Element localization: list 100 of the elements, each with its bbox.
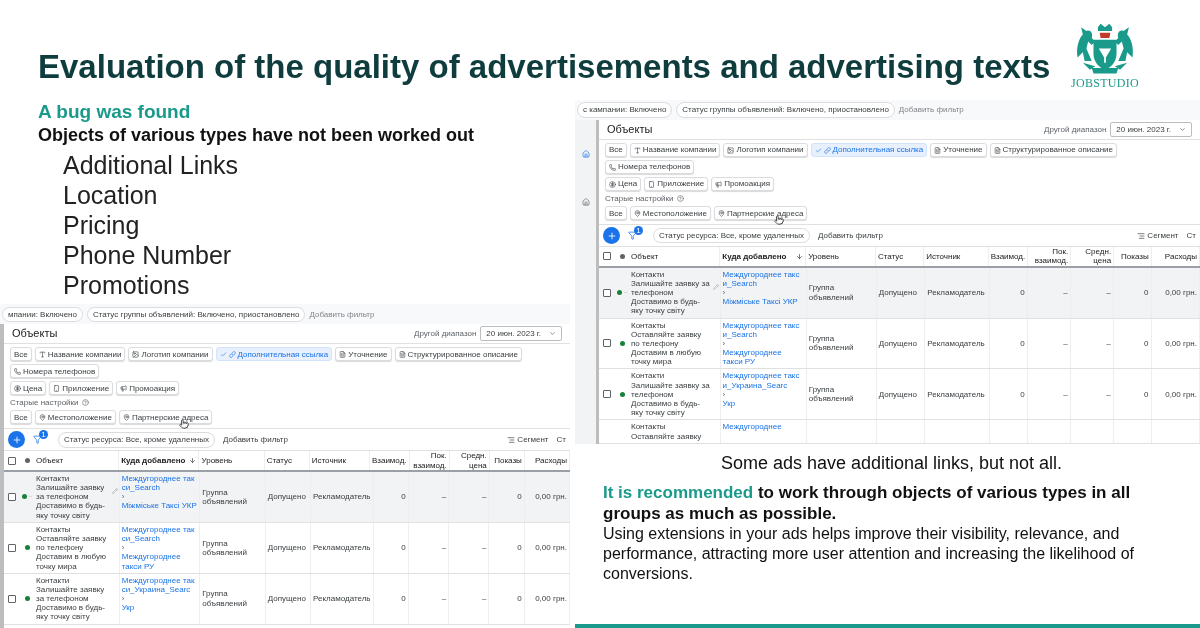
ad-group-link[interactable]: Міжміське Таксі УКР: [121, 501, 198, 511]
campaign-link[interactable]: Междугороднее такси_Search: [121, 524, 198, 544]
filter-chip[interactable]: Цена: [10, 381, 47, 396]
filter-chip[interactable]: Номера телефонов: [10, 364, 100, 379]
filter-chip[interactable]: Уточнение: [335, 347, 392, 362]
ad-group-link[interactable]: Укр: [121, 603, 198, 613]
table-cell: 0: [1144, 287, 1149, 298]
filter-chip[interactable]: Название компании: [34, 347, 126, 362]
table-row[interactable]: Контакты Оставляйте заявку по телефону Доставим в любую точку мира Междугороднее такси_Search › Междугороднее такси РУ Группа объявлений Допущено Рекламодатель 0 – – 0 0,00 грн.: [599, 318, 1200, 370]
column-header[interactable]: Средн. цена: [451, 451, 487, 470]
ad-group-link[interactable]: Укр: [722, 399, 804, 409]
checkbox[interactable]: [8, 543, 16, 552]
sort-arrow-icon[interactable]: [189, 457, 197, 465]
column-header[interactable]: Объект: [36, 456, 64, 466]
ad-group-link[interactable]: Междугороднее такси РУ: [722, 348, 804, 367]
ad-text-line: Залишайте заявку за телефоном: [631, 380, 711, 399]
checkbox[interactable]: [603, 252, 611, 261]
filter-chip[interactable]: Логотип компании: [128, 347, 213, 362]
filter-pill[interactable]: мпании: Включено: [2, 306, 83, 322]
filter-icon[interactable]: [33, 435, 42, 445]
table-row[interactable]: Контакты Оставляйте заявку по телефону Доставим в любую точку мира Междугороднее такси_Search › Междугороднее такси РУ Группа объявлений Допущено Рекламодатель 0 – – 0 0,00 грн.: [4, 522, 570, 574]
filter-chip[interactable]: Все: [10, 410, 32, 425]
add-button[interactable]: [603, 227, 620, 245]
filter-chip[interactable]: Структурированное описание: [989, 143, 1117, 157]
filter-pill[interactable]: с кампании: Включено: [577, 102, 673, 118]
column-header[interactable]: Пок. взаимод.: [1030, 247, 1069, 266]
column-header[interactable]: Взаимод.: [371, 456, 407, 466]
filter-chip[interactable]: Приложение: [644, 177, 709, 191]
filter-chip[interactable]: Местоположение: [629, 206, 711, 221]
checkbox[interactable]: [8, 492, 16, 501]
column-header[interactable]: Куда добавлено: [121, 456, 186, 466]
table-cell: 0: [1144, 389, 1149, 399]
columns-button[interactable]: Ст: [556, 435, 566, 445]
table-row[interactable]: Контакти Залишайте заявку за телефоном Доставимо в будь-яку точку світу Междугороднее такси_Украина_Searc › Укр Группа объявлений Допущено Рекламодатель 0 – – 0 0,00 грн.: [599, 369, 1200, 421]
column-header[interactable]: Куда добавлено: [722, 251, 787, 261]
campaign-link[interactable]: Междугороднее такси_Search: [722, 320, 804, 339]
columns-button[interactable]: Ст: [1186, 231, 1196, 241]
segment-button[interactable]: Сегмент: [507, 435, 549, 445]
column-header[interactable]: Статус: [877, 251, 904, 261]
column-header[interactable]: Источник: [311, 456, 346, 466]
add-filter-link[interactable]: Добавить фильтр: [818, 231, 883, 241]
column-header[interactable]: Показы: [494, 456, 522, 466]
column-header[interactable]: Расходы: [534, 456, 567, 466]
filter-chip[interactable]: Логотип компании: [723, 143, 808, 157]
table-row[interactable]: Контакти Залишайте заявку за телефоном Доставимо в будь-яку точку світу Междугороднее такси_Украина_Searc › Укр Группа объявлений Допущено Рекламодатель 0 – – 0 0,00 грн.: [4, 573, 570, 625]
filter-chip[interactable]: Номера телефонов: [605, 160, 695, 174]
checkbox[interactable]: [603, 339, 611, 348]
add-filter-link[interactable]: Добавить фильтр: [309, 309, 375, 319]
table-row[interactable]: Контакти Залишайте заявку за телефоном Доставимо в будь-яку точку світу Междугороднее такси_Search › Міжміське Таксі УКР Группа объявлений Допущено Рекламодатель 0 – – 0 0,00 грн.: [599, 267, 1200, 319]
ad-group-link[interactable]: Междугороднее такси РУ: [121, 552, 198, 571]
filter-chip[interactable]: Все: [10, 347, 32, 362]
checkbox[interactable]: [603, 288, 611, 297]
table-row[interactable]: Контакты Оставляйте заявку Междугороднее: [599, 420, 1200, 444]
filter-chip[interactable]: Промоакция: [116, 381, 180, 396]
ad-group-link[interactable]: Міжміське Таксі УКР: [722, 297, 804, 307]
filter-chip[interactable]: Дополнительная ссылка: [215, 347, 333, 362]
column-header[interactable]: Уровень: [201, 456, 233, 466]
filter-pill[interactable]: Статус группы объявлений: Включено, приостановлено: [676, 102, 895, 118]
column-header[interactable]: Пок. взаимод.: [411, 451, 447, 470]
campaign-link[interactable]: Междугороднее: [722, 422, 804, 432]
column-header[interactable]: Расходы: [1164, 251, 1197, 261]
filter-chip[interactable]: Цена: [605, 177, 642, 191]
table-cell: 0,00 грн.: [535, 543, 567, 553]
date-dropdown[interactable]: 20 июн. 2023 г.: [1110, 122, 1192, 137]
filter-chip[interactable]: Партнерские адреса: [118, 410, 213, 425]
add-filter-link[interactable]: Добавить фильтр: [898, 105, 964, 115]
column-header[interactable]: Уровень: [808, 251, 839, 261]
table-cell: –: [441, 594, 447, 604]
filter-chip[interactable]: Местоположение: [34, 410, 116, 425]
filter-chip[interactable]: Структурированное описание: [394, 347, 522, 362]
campaign-link[interactable]: Междугороднее такси_Украина_Searc: [722, 371, 804, 390]
checkbox[interactable]: [603, 390, 611, 399]
filter-chip[interactable]: Уточнение: [930, 143, 987, 157]
checkbox[interactable]: [8, 594, 16, 603]
filter-chip[interactable]: Все: [605, 143, 627, 157]
column-header[interactable]: Объект: [631, 251, 659, 261]
filter-chip[interactable]: Дополнительная ссылка: [810, 143, 928, 157]
filter-pill[interactable]: Статус группы объявлений: Включено, приостановлено: [87, 306, 306, 322]
date-dropdown[interactable]: 20 июн. 2023 г.: [480, 326, 562, 342]
column-header[interactable]: Показы: [1121, 251, 1149, 261]
filter-icon[interactable]: [628, 231, 637, 241]
add-filter-link[interactable]: Добавить фильтр: [223, 435, 288, 445]
campaign-link[interactable]: Междугороднее такси_Search: [121, 473, 198, 493]
checkbox[interactable]: [8, 456, 16, 465]
section-title: Объекты: [607, 123, 653, 136]
filter-chip[interactable]: Партнерские адреса: [713, 206, 808, 221]
filter-chip[interactable]: Название компании: [629, 143, 721, 157]
ad-text-line: Доставим в любую точку мира: [631, 348, 702, 367]
sort-arrow-icon[interactable]: [796, 252, 804, 260]
add-button[interactable]: [8, 431, 25, 449]
column-header[interactable]: Взаимод.: [990, 251, 1026, 261]
segment-button[interactable]: Сегмент: [1137, 231, 1179, 241]
column-header[interactable]: Источник: [926, 251, 961, 261]
campaign-link[interactable]: Междугороднее такси_Украина_Searc: [121, 575, 198, 595]
campaign-link[interactable]: Междугороднее такси_Search: [722, 269, 804, 288]
filter-chip[interactable]: Промоакция: [711, 177, 775, 191]
column-header[interactable]: Статус: [266, 456, 292, 466]
filter-chip[interactable]: Все: [605, 206, 627, 221]
column-header[interactable]: Средн. цена: [1073, 247, 1112, 266]
filter-chip[interactable]: Приложение: [49, 381, 114, 396]
